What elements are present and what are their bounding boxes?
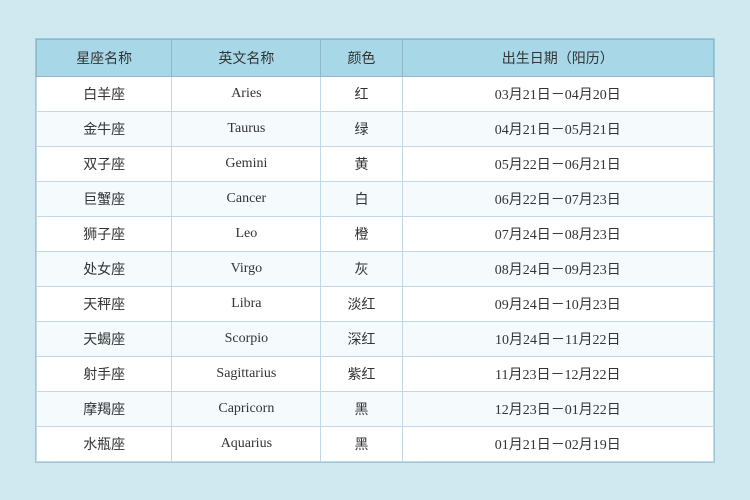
cell-english: Aries [172, 76, 321, 111]
cell-color: 黄 [321, 146, 402, 181]
table-row: 水瓶座Aquarius黑01月21日－02月19日 [37, 426, 714, 461]
cell-english: Capricorn [172, 391, 321, 426]
header-english: 英文名称 [172, 39, 321, 76]
cell-chinese: 处女座 [37, 251, 172, 286]
table-row: 双子座Gemini黄05月22日－06月21日 [37, 146, 714, 181]
cell-color: 绿 [321, 111, 402, 146]
cell-date: 08月24日－09月23日 [402, 251, 713, 286]
cell-english: Cancer [172, 181, 321, 216]
table-row: 天秤座Libra淡红09月24日－10月23日 [37, 286, 714, 321]
table-row: 天蝎座Scorpio深红10月24日－11月22日 [37, 321, 714, 356]
cell-color: 紫红 [321, 356, 402, 391]
cell-color: 红 [321, 76, 402, 111]
cell-chinese: 巨蟹座 [37, 181, 172, 216]
cell-english: Taurus [172, 111, 321, 146]
cell-color: 橙 [321, 216, 402, 251]
zodiac-table-wrapper: 星座名称 英文名称 颜色 出生日期（阳历） 白羊座Aries红03月21日－04… [35, 38, 715, 463]
cell-color: 黑 [321, 391, 402, 426]
cell-english: Gemini [172, 146, 321, 181]
cell-color: 白 [321, 181, 402, 216]
cell-chinese: 双子座 [37, 146, 172, 181]
cell-chinese: 天秤座 [37, 286, 172, 321]
table-body: 白羊座Aries红03月21日－04月20日金牛座Taurus绿04月21日－0… [37, 76, 714, 461]
table-header-row: 星座名称 英文名称 颜色 出生日期（阳历） [37, 39, 714, 76]
header-chinese: 星座名称 [37, 39, 172, 76]
table-row: 金牛座Taurus绿04月21日－05月21日 [37, 111, 714, 146]
cell-chinese: 水瓶座 [37, 426, 172, 461]
cell-chinese: 摩羯座 [37, 391, 172, 426]
cell-chinese: 天蝎座 [37, 321, 172, 356]
cell-date: 05月22日－06月21日 [402, 146, 713, 181]
cell-date: 11月23日－12月22日 [402, 356, 713, 391]
cell-date: 06月22日－07月23日 [402, 181, 713, 216]
cell-english: Sagittarius [172, 356, 321, 391]
cell-date: 10月24日－11月22日 [402, 321, 713, 356]
cell-english: Leo [172, 216, 321, 251]
cell-color: 灰 [321, 251, 402, 286]
table-row: 摩羯座Capricorn黑12月23日－01月22日 [37, 391, 714, 426]
cell-date: 07月24日－08月23日 [402, 216, 713, 251]
cell-chinese: 白羊座 [37, 76, 172, 111]
table-row: 白羊座Aries红03月21日－04月20日 [37, 76, 714, 111]
cell-date: 04月21日－05月21日 [402, 111, 713, 146]
cell-date: 09月24日－10月23日 [402, 286, 713, 321]
cell-color: 淡红 [321, 286, 402, 321]
cell-color: 深红 [321, 321, 402, 356]
cell-date: 03月21日－04月20日 [402, 76, 713, 111]
cell-chinese: 射手座 [37, 356, 172, 391]
cell-english: Libra [172, 286, 321, 321]
cell-date: 01月21日－02月19日 [402, 426, 713, 461]
cell-english: Scorpio [172, 321, 321, 356]
table-row: 射手座Sagittarius紫红11月23日－12月22日 [37, 356, 714, 391]
table-row: 处女座Virgo灰08月24日－09月23日 [37, 251, 714, 286]
cell-english: Aquarius [172, 426, 321, 461]
cell-date: 12月23日－01月22日 [402, 391, 713, 426]
table-row: 狮子座Leo橙07月24日－08月23日 [37, 216, 714, 251]
zodiac-table: 星座名称 英文名称 颜色 出生日期（阳历） 白羊座Aries红03月21日－04… [36, 39, 714, 462]
table-row: 巨蟹座Cancer白06月22日－07月23日 [37, 181, 714, 216]
header-date: 出生日期（阳历） [402, 39, 713, 76]
cell-color: 黑 [321, 426, 402, 461]
cell-english: Virgo [172, 251, 321, 286]
cell-chinese: 狮子座 [37, 216, 172, 251]
header-color: 颜色 [321, 39, 402, 76]
cell-chinese: 金牛座 [37, 111, 172, 146]
